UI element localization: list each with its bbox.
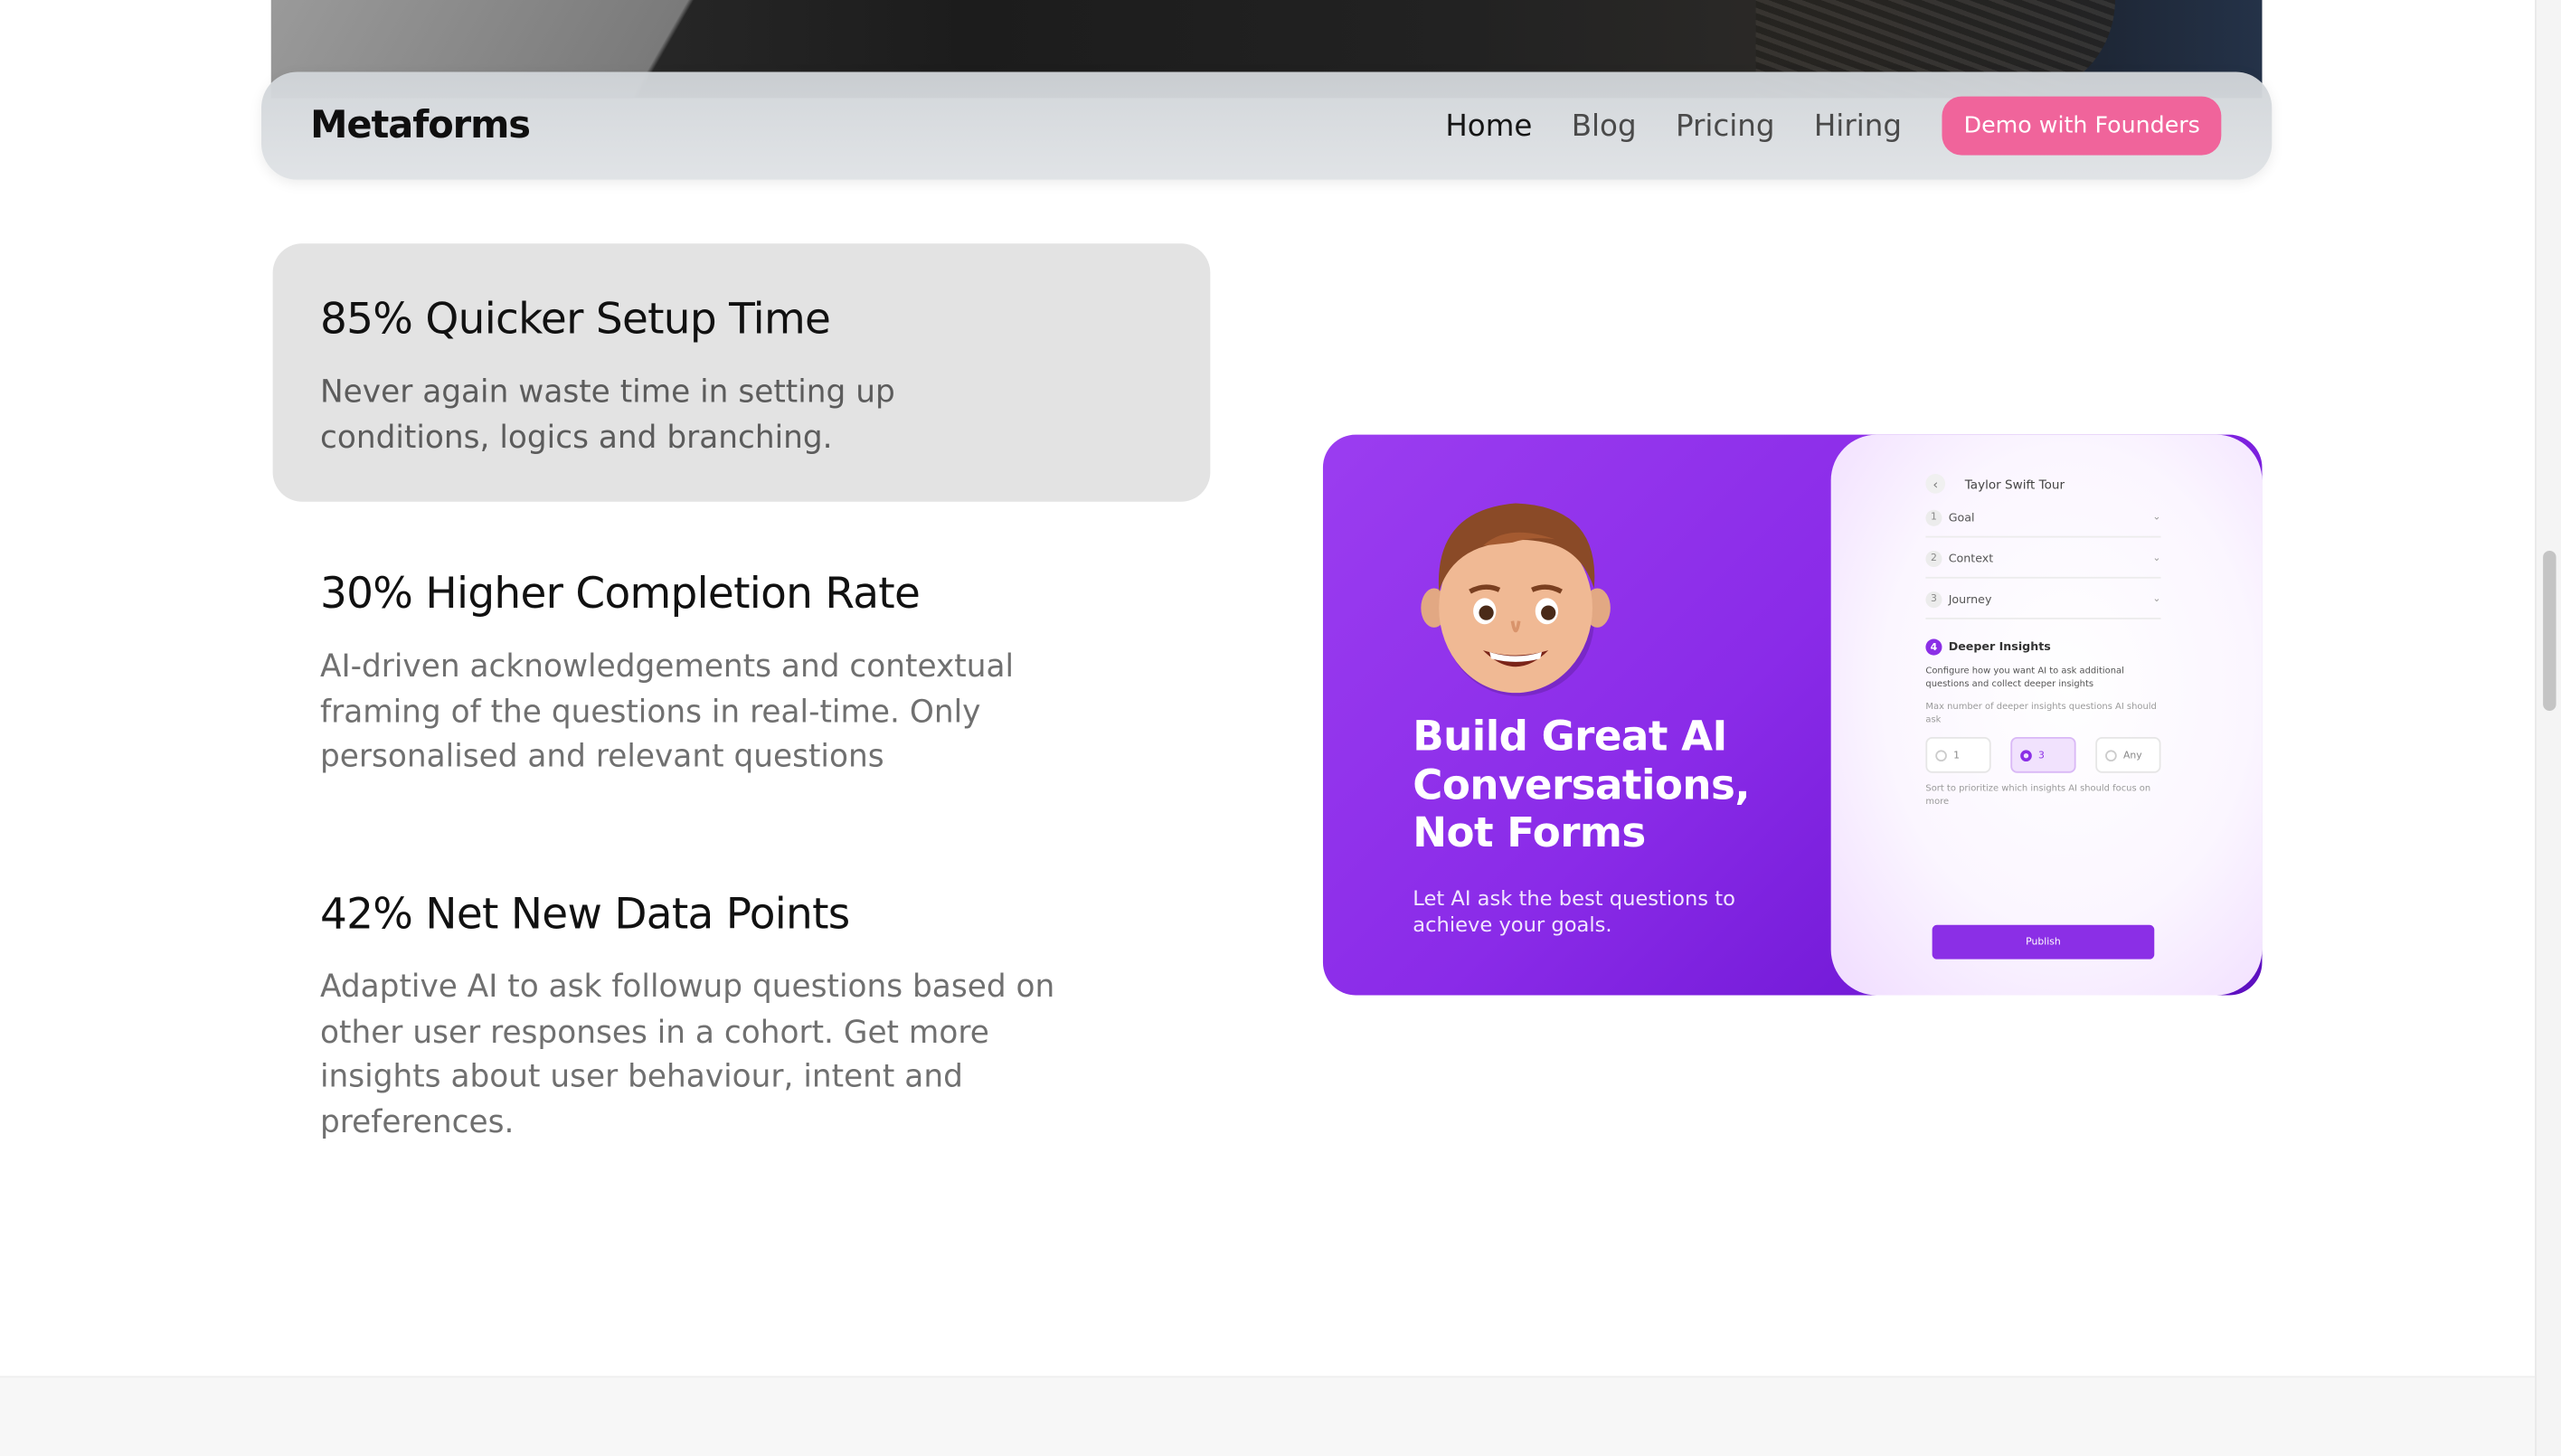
feature-title: 30% Higher Completion Rate	[319, 570, 921, 619]
phone-header-title: Taylor Swift Tour	[1964, 476, 2065, 491]
phone-option: Any	[2095, 736, 2161, 773]
demo-with-founders-button[interactable]: Demo with Founders	[1942, 96, 2222, 156]
phone-step-description: Configure how you want AI to ask additio…	[1925, 667, 2124, 690]
nav-link-home[interactable]: Home	[1445, 109, 1532, 143]
promo-title: Build Great AI Conversations, Not Forms	[1413, 712, 1750, 856]
scrollbar-thumb[interactable]	[2543, 550, 2556, 712]
phone-sort-hint: Sort to prioritize which insights AI sho…	[1925, 784, 2151, 808]
chevron-down-icon: ⌄	[2152, 511, 2161, 524]
phone-option-selected: 3	[2010, 736, 2076, 773]
navbar: Metaforms Home Blog Pricing Hiring Demo …	[260, 71, 2273, 180]
nav-link-hiring[interactable]: Hiring	[1814, 109, 1902, 143]
feature-description: Adaptive AI to ask followup questions ba…	[319, 969, 1055, 1140]
feature-description: AI-driven acknowledgements and contextua…	[319, 648, 1015, 775]
feature-item-data-points[interactable]: 42% Net New Data Points Adaptive AI to a…	[273, 838, 1211, 1195]
chevron-down-icon: ⌄	[2152, 552, 2161, 564]
phone-options: 1 3 Any	[1925, 736, 2161, 773]
nav-link-blog[interactable]: Blog	[1572, 109, 1637, 143]
back-arrow-icon: ‹	[1925, 474, 1946, 494]
feature-item-setup-time[interactable]: 85% Quicker Setup Time Never again waste…	[272, 243, 1211, 502]
promo-subtitle: Let AI ask the best questions to achieve…	[1413, 885, 1735, 937]
phone-max-label: Max number of deeper insights questions …	[1925, 702, 2157, 726]
feature-description: Never again waste time in setting up con…	[319, 373, 895, 456]
phone-step: 3 Journey ⌄	[1925, 580, 2161, 619]
feature-title: 85% Quicker Setup Time	[319, 296, 831, 345]
nav-links: Home Blog Pricing Hiring Demo with Found…	[1406, 96, 2222, 156]
memoji-avatar-icon	[1421, 503, 1611, 696]
phone-publish-button: Publish	[1932, 924, 2155, 960]
footer-band	[0, 1376, 2536, 1456]
phone-step-active: 4 Deeper Insights	[1925, 638, 2160, 656]
chevron-down-icon: ⌄	[2152, 592, 2161, 605]
page: Metaforms Home Blog Pricing Hiring Demo …	[0, 0, 2561, 1456]
nav-link-pricing[interactable]: Pricing	[1676, 109, 1775, 143]
scrollbar[interactable]	[2535, 0, 2561, 1456]
promo-card: Build Great AI Conversations, Not Forms …	[1322, 434, 2263, 996]
phone-option: 1	[1925, 736, 1991, 773]
logo[interactable]: Metaforms	[310, 105, 531, 147]
feature-title: 42% Net New Data Points	[319, 890, 850, 941]
phone-step: 2 Context ⌄	[1925, 539, 2161, 579]
feature-item-completion-rate[interactable]: 30% Higher Completion Rate AI-driven ack…	[273, 518, 1211, 829]
phone-mockup: ‹ Taylor Swift Tour 1 Goal ⌄ 2 Context ⌄…	[1830, 434, 2263, 996]
phone-step: 1 Goal ⌄	[1925, 498, 2161, 538]
